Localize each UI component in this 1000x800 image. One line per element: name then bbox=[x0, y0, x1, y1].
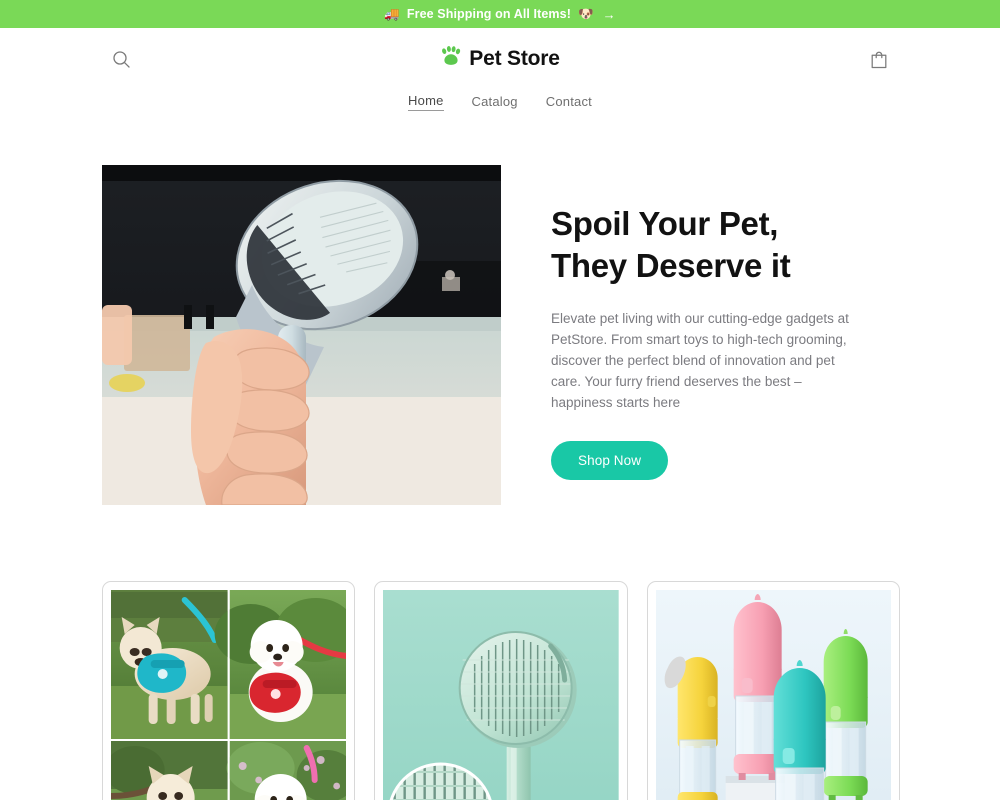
site-header: Pet Store bbox=[0, 28, 1000, 90]
main-nav: Home Catalog Contact bbox=[0, 90, 1000, 117]
hero-image bbox=[102, 165, 501, 505]
arrow-right-icon[interactable]: → bbox=[603, 7, 616, 22]
paw-print-icon bbox=[440, 46, 462, 72]
nav-item-catalog[interactable]: Catalog bbox=[472, 94, 518, 111]
product-card[interactable] bbox=[374, 581, 628, 800]
shopping-bag-icon bbox=[869, 49, 889, 70]
truck-icon: 🚚 bbox=[384, 6, 400, 21]
announcement-bar: 🚚 Free Shipping on All Items! 🐶 → bbox=[0, 0, 1000, 28]
hero-title-line2: They Deserve it bbox=[551, 246, 791, 284]
brand-name: Pet Store bbox=[469, 47, 560, 70]
product-image-water-bottles bbox=[655, 590, 891, 800]
hero-description: Elevate pet living with our cutting-edge… bbox=[551, 311, 849, 411]
product-card[interactable] bbox=[646, 581, 900, 800]
brand-logo-link[interactable]: Pet Store bbox=[440, 46, 560, 72]
announcement-text: Free Shipping on All Items! bbox=[406, 7, 571, 21]
product-image-harnesses bbox=[111, 590, 347, 800]
nav-item-home[interactable]: Home bbox=[408, 93, 444, 111]
brand-logo-wrap: Pet Store bbox=[0, 46, 1000, 72]
hero-title-line1: Spoil Your Pet, bbox=[551, 205, 779, 242]
cart-button[interactable] bbox=[861, 41, 897, 77]
product-card-list bbox=[0, 505, 1000, 800]
nav-item-contact[interactable]: Contact bbox=[546, 94, 592, 111]
product-card[interactable] bbox=[102, 581, 356, 800]
hero-section: Spoil Your Pet, They Deserve it Elevate … bbox=[0, 117, 1000, 505]
dog-face-icon: 🐶 bbox=[577, 6, 594, 21]
search-icon bbox=[112, 50, 131, 69]
hero-title: Spoil Your Pet, They Deserve it bbox=[551, 203, 851, 286]
search-button[interactable] bbox=[103, 41, 139, 77]
hero-copy: Spoil Your Pet, They Deserve it Elevate … bbox=[551, 165, 851, 505]
shop-now-button[interactable]: Shop Now bbox=[551, 441, 669, 481]
product-image-grooming-brush bbox=[383, 590, 619, 800]
